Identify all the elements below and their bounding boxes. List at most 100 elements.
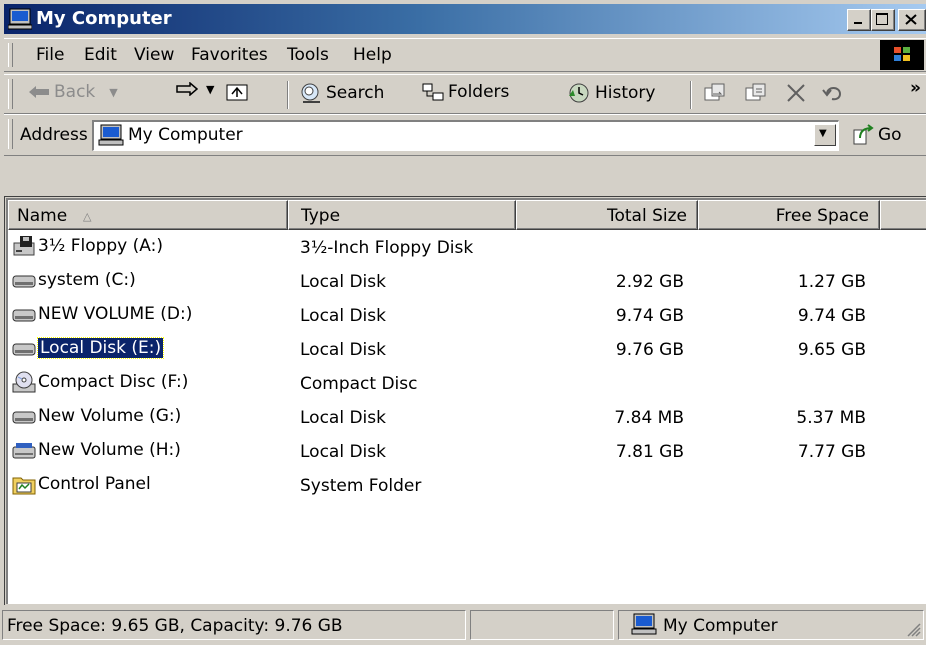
- menu-view[interactable]: View: [134, 45, 174, 65]
- list-item-name: Control Panel: [38, 474, 151, 494]
- column-header-free-space[interactable]: Free Space: [698, 200, 880, 230]
- history-icon: [569, 83, 589, 103]
- list-item-total-size: 9.74 GB: [615, 306, 684, 326]
- status-pane-info: Free Space: 9.65 GB, Capacity: 9.76 GB: [2, 610, 466, 640]
- list-item[interactable]: Compact Disc (F:) Compact Disc: [8, 368, 908, 402]
- status-pane-zone: My Computer: [618, 610, 924, 640]
- go-label: Go: [878, 125, 902, 145]
- search-button[interactable]: Search: [300, 82, 384, 104]
- list-item-free-space: 9.65 GB: [797, 340, 866, 360]
- removable-disk-icon: [12, 443, 36, 459]
- menu-edit[interactable]: Edit: [84, 45, 117, 65]
- cd-drive-icon: [12, 371, 36, 393]
- minimize-button[interactable]: [847, 9, 871, 31]
- column-header-total-size[interactable]: Total Size: [516, 200, 698, 230]
- hard-disk-icon: [12, 411, 36, 424]
- list-item[interactable]: New Volume (H:) Local Disk 7.81 GB 7.77 GB: [8, 436, 908, 470]
- list-item-name: 3½ Floppy (A:): [38, 236, 163, 256]
- list-item-name-cell[interactable]: New Volume (G:): [12, 405, 181, 427]
- column-total-size-label: Total Size: [606, 206, 687, 226]
- list-item-type: Local Disk: [300, 442, 386, 462]
- list-item-name: NEW VOLUME (D:): [38, 304, 193, 324]
- menu-grip[interactable]: [8, 43, 13, 67]
- close-button[interactable]: [898, 9, 926, 31]
- list-item-name: New Volume (G:): [38, 406, 182, 426]
- list-item-type: System Folder: [300, 476, 422, 496]
- copy-to-button[interactable]: [744, 82, 768, 104]
- file-list-view[interactable]: Name △ Type Total Size Free Space 3½ Flo…: [6, 198, 926, 604]
- column-header-type[interactable]: Type: [288, 200, 516, 230]
- status-zone-text: My Computer: [663, 616, 778, 636]
- address-bar: Address My Computer ▼ Go: [4, 114, 926, 156]
- up-folder-button[interactable]: [226, 82, 248, 102]
- forward-dropdown-icon[interactable]: ▼: [206, 83, 214, 96]
- list-item-name-cell[interactable]: NEW VOLUME (D:): [12, 303, 192, 325]
- list-item-type: Local Disk: [300, 272, 386, 292]
- back-button[interactable]: Back ▼: [28, 82, 118, 102]
- list-item-name-cell[interactable]: Compact Disc (F:): [12, 371, 188, 393]
- go-button[interactable]: Go: [852, 124, 902, 146]
- move-to-button[interactable]: [703, 82, 727, 104]
- list-item-name-cell[interactable]: system (C:): [12, 269, 136, 291]
- list-item-type: Compact Disc: [300, 374, 418, 394]
- floppy-drive-icon: [13, 236, 35, 256]
- chevron-down-icon: ▼: [819, 128, 827, 139]
- resize-grip-icon[interactable]: [905, 621, 921, 637]
- delete-button[interactable]: [785, 82, 807, 104]
- status-pane-empty: [470, 610, 614, 640]
- search-label: Search: [326, 83, 385, 103]
- list-item[interactable]: Local Disk (E:) Local Disk 9.76 GB 9.65 GB: [8, 334, 908, 368]
- status-bar: Free Space: 9.65 GB, Capacity: 9.76 GB M…: [0, 607, 926, 645]
- list-item-total-size: 7.84 MB: [614, 408, 684, 428]
- list-item[interactable]: 3½ Floppy (A:) 3½-Inch Floppy Disk: [8, 232, 908, 266]
- hard-disk-icon: [12, 275, 36, 288]
- list-item-name-cell[interactable]: Control Panel: [12, 473, 151, 495]
- list-item[interactable]: NEW VOLUME (D:) Local Disk 9.74 GB 9.74 GB: [8, 300, 908, 334]
- close-icon: [905, 14, 917, 25]
- column-header-name[interactable]: Name △: [8, 200, 288, 230]
- toolbar-separator: [690, 81, 692, 109]
- maximize-icon: [876, 13, 888, 25]
- hard-disk-icon: [12, 309, 36, 322]
- undo-button[interactable]: [822, 82, 844, 102]
- hard-disk-icon: [12, 343, 36, 356]
- list-item-name-cell[interactable]: New Volume (H:): [12, 439, 181, 461]
- list-item-total-size: 7.81 GB: [615, 442, 684, 462]
- folders-icon: [422, 83, 444, 101]
- address-grip[interactable]: [8, 119, 13, 149]
- toolbar-grip[interactable]: [8, 79, 13, 109]
- list-item[interactable]: New Volume (G:) Local Disk 7.84 MB 5.37 MB: [8, 402, 908, 436]
- back-arrow-icon: [29, 86, 49, 98]
- forward-arrow-icon: [176, 82, 198, 96]
- copy-to-icon: [745, 83, 766, 101]
- my-computer-icon: [98, 124, 124, 146]
- folders-button[interactable]: Folders: [422, 82, 509, 102]
- column-header-filler: [880, 200, 926, 230]
- forward-button[interactable]: ▼: [176, 82, 214, 96]
- address-input[interactable]: My Computer ▼: [92, 120, 839, 151]
- menu-file[interactable]: File: [36, 45, 64, 65]
- title-bar[interactable]: My Computer: [4, 4, 926, 34]
- control-panel-icon: [12, 477, 36, 495]
- menu-help[interactable]: Help: [353, 45, 392, 65]
- list-item-name: system (C:): [38, 270, 136, 290]
- list-item-type: Local Disk: [300, 408, 386, 428]
- move-to-icon: [704, 83, 725, 101]
- address-dropdown-button[interactable]: ▼: [814, 124, 836, 146]
- list-item-free-space: 1.27 GB: [797, 272, 866, 292]
- back-label: Back: [54, 82, 96, 102]
- list-item[interactable]: system (C:) Local Disk 2.92 GB 1.27 GB: [8, 266, 908, 300]
- back-dropdown-icon[interactable]: ▼: [109, 86, 117, 99]
- list-item-name-cell[interactable]: 3½ Floppy (A:): [12, 235, 163, 257]
- list-item-name-cell[interactable]: Local Disk (E:): [12, 337, 165, 359]
- list-item-type: Local Disk: [300, 340, 386, 360]
- menu-tools[interactable]: Tools: [287, 45, 329, 65]
- menu-favorites[interactable]: Favorites: [191, 45, 268, 65]
- toolbar-overflow-chevron[interactable]: »: [910, 78, 921, 98]
- list-item-free-space: 9.74 GB: [797, 306, 866, 326]
- address-value: My Computer: [128, 125, 243, 145]
- history-button[interactable]: History: [567, 82, 655, 104]
- column-type-label: Type: [301, 206, 341, 226]
- list-item[interactable]: Control Panel System Folder: [8, 470, 908, 504]
- maximize-button[interactable]: [871, 9, 895, 31]
